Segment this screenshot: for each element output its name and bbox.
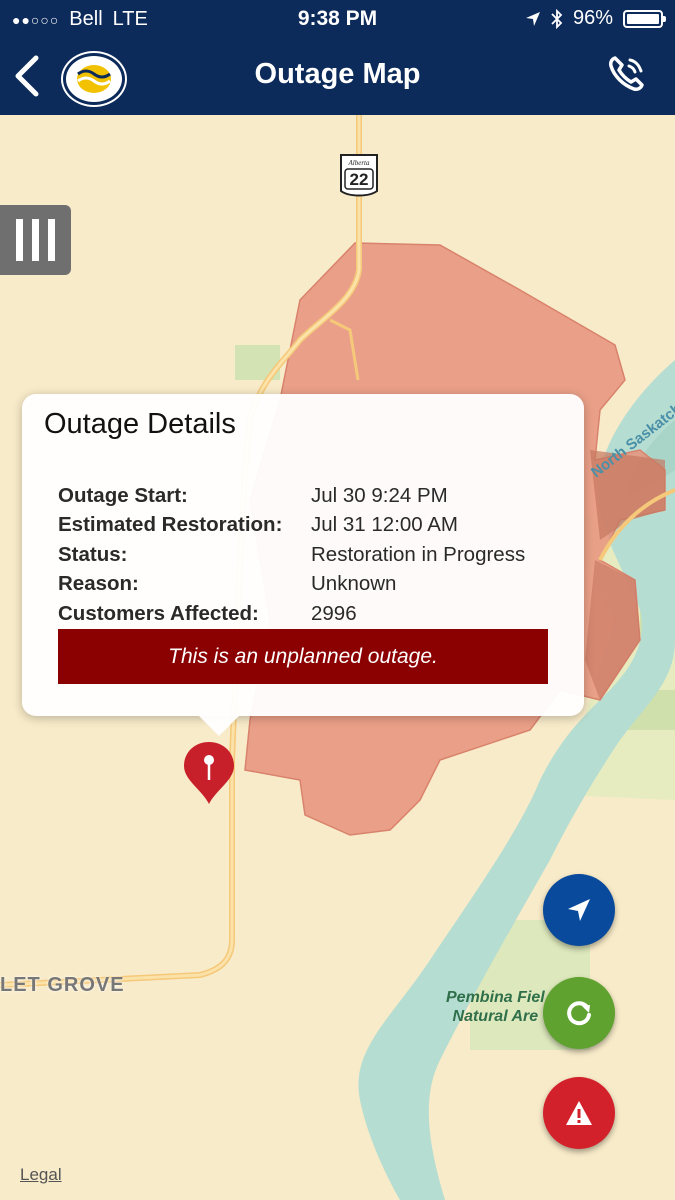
menu-bar-icon xyxy=(32,219,39,261)
navigation-bar: Outage Map xyxy=(0,38,675,115)
town-label: LET GROVE xyxy=(0,974,125,996)
refresh-button[interactable] xyxy=(543,977,615,1049)
detail-value: 2996 xyxy=(311,601,357,625)
detail-row-outage-start: Outage Start: Jul 30 9:24 PM xyxy=(58,481,568,511)
layers-menu-button[interactable] xyxy=(0,205,71,275)
refresh-icon xyxy=(567,1001,591,1026)
highway-shield: Alberta 22 xyxy=(340,154,378,197)
status-bar: ●●○○○ Bell LTE 9:38 PM 96% xyxy=(0,0,675,38)
phone-icon[interactable] xyxy=(607,54,647,94)
menu-bar-icon xyxy=(16,219,23,261)
battery-percent: 96% xyxy=(572,7,613,29)
popup-title: Outage Details xyxy=(44,408,236,440)
page-title: Outage Map xyxy=(254,58,421,90)
outage-details-list: Outage Start: Jul 30 9:24 PM Estimated R… xyxy=(58,481,568,629)
detail-label: Outage Start: xyxy=(58,483,188,507)
detail-label: Customers Affected: xyxy=(58,601,259,625)
menu-bar-icon xyxy=(48,219,55,261)
map-pin-icon[interactable] xyxy=(182,740,236,806)
svg-text:Alberta: Alberta xyxy=(348,159,370,167)
detail-label: Estimated Restoration: xyxy=(58,513,283,537)
warning-icon xyxy=(566,1101,592,1125)
outage-details-popup: Outage Details Outage Start: Jul 30 9:24… xyxy=(22,394,584,736)
detail-value: Jul 30 9:24 PM xyxy=(311,483,448,507)
detail-value: Unknown xyxy=(311,572,397,596)
detail-value: Restoration in Progress xyxy=(311,542,526,566)
location-arrow-icon xyxy=(525,11,540,26)
report-outage-button[interactable] xyxy=(543,1077,615,1149)
detail-row-estimated-restoration: Estimated Restoration: Jul 31 12:00 AM xyxy=(58,511,568,541)
unplanned-outage-banner: This is an unplanned outage. xyxy=(58,629,548,684)
detail-row-status: Status: Restoration in Progress xyxy=(58,540,568,570)
location-arrow-icon xyxy=(568,899,590,921)
battery-icon xyxy=(623,9,666,28)
detail-label: Reason: xyxy=(58,572,139,596)
detail-label: Status: xyxy=(58,542,128,566)
detail-value: Jul 31 12:00 AM xyxy=(311,513,459,537)
svg-text:22: 22 xyxy=(350,170,369,189)
detail-row-reason: Reason: Unknown xyxy=(58,570,568,600)
legal-link[interactable]: Legal xyxy=(20,1165,62,1185)
detail-row-customers-affected: Customers Affected: 2996 xyxy=(58,599,568,629)
locate-me-button[interactable] xyxy=(543,874,615,946)
park-label: Pembina Fiel Natural Are xyxy=(446,989,545,1025)
bluetooth-icon xyxy=(551,8,563,29)
